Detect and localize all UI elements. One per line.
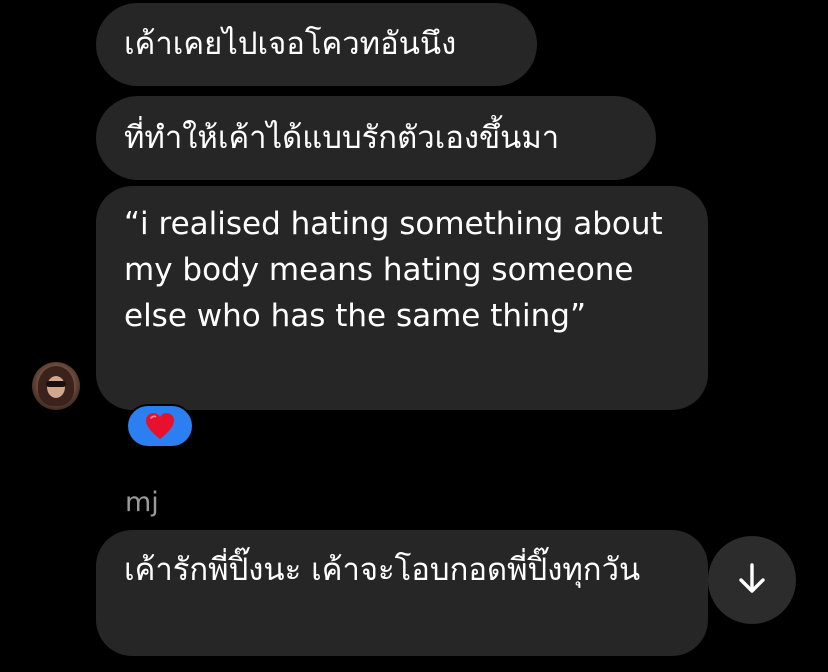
message-bubble[interactable]: เค้ารักพี่ปิ๊งนะ เค้าจะโอบกอดพี่ปิ๊งทุกว… — [96, 530, 708, 656]
scroll-to-bottom-button[interactable] — [708, 536, 796, 624]
avatar-face — [47, 376, 65, 398]
message-bubble[interactable]: เค้าเคยไปเจอโควทอันนึง — [96, 3, 537, 86]
sender-name: mj — [125, 487, 159, 518]
message-bubble[interactable]: ที่ทำให้เค้าได้แบบรักตัวเองขึ้นมา — [96, 96, 656, 180]
message-bubble[interactable]: “i realised hating something about my bo… — [96, 186, 708, 410]
avatar[interactable] — [32, 362, 80, 410]
red-heart-icon — [145, 412, 175, 440]
arrow-down-icon — [735, 561, 769, 599]
avatar-sunglasses — [46, 381, 66, 387]
reaction-badge[interactable] — [126, 404, 194, 448]
